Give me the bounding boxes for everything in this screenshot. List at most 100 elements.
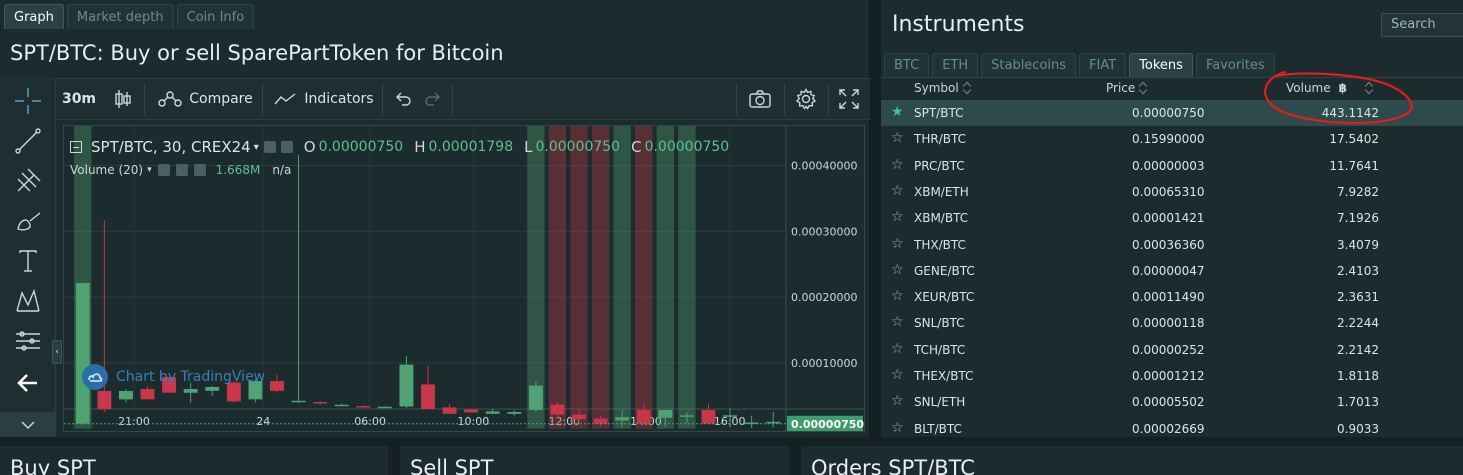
measure-tool[interactable]	[10, 326, 46, 356]
row-volume: 11.7641	[1329, 158, 1379, 173]
legend-settings-icon[interactable]	[280, 141, 293, 153]
chart-toolbar: 30m Compare Indicators	[0, 78, 870, 120]
table-row[interactable]: ☆ THEX/BTC 0.00001212 1.8118	[881, 363, 1463, 389]
sort-icon	[1365, 82, 1374, 94]
table-row[interactable]: ★ SPT/BTC 0.00000750 443.1142	[881, 100, 1463, 126]
compare-button[interactable]: Compare	[150, 79, 260, 119]
volume-column-header[interactable]: Volume ฿	[1286, 81, 1374, 95]
pattern-tool[interactable]	[10, 286, 46, 316]
legend-eye-icon[interactable]	[263, 141, 276, 153]
table-row[interactable]: ☆ SNL/ETH 0.00005502 1.7013	[881, 389, 1463, 415]
screenshot-button[interactable]	[742, 79, 778, 119]
sell-panel-title: Sell SPT	[410, 456, 494, 475]
candle-body	[377, 406, 392, 409]
legend-symbol[interactable]: SPT/BTC, 30, CREX24	[91, 138, 251, 156]
volume-bar	[656, 126, 675, 429]
tradingview-watermark[interactable]: Chart by TradingView	[82, 364, 265, 390]
tab-stablecoins[interactable]: Stablecoins	[981, 53, 1077, 77]
tab-market-depth[interactable]: Market depth	[66, 4, 174, 29]
favorite-star-icon[interactable]: ★	[891, 105, 904, 119]
volume-bar	[548, 126, 567, 429]
table-row[interactable]: ☆ SNL/BTC 0.00000118 2.2244	[881, 310, 1463, 336]
tab-tokens[interactable]: Tokens	[1129, 53, 1193, 77]
row-volume: 7.1926	[1337, 211, 1379, 226]
fullscreen-button[interactable]	[832, 79, 866, 119]
back-button[interactable]	[10, 368, 46, 398]
volume-bar	[613, 126, 631, 429]
tab-fiat[interactable]: FIAT	[1079, 53, 1127, 77]
symbol-column-header[interactable]: Symbol	[914, 81, 972, 95]
favorite-star-icon[interactable]: ☆	[891, 184, 904, 198]
table-row[interactable]: ☆ GENE/BTC 0.00000047 2.4103	[881, 258, 1463, 284]
fib-tool[interactable]	[10, 166, 46, 196]
row-symbol: SNL/ETH	[914, 395, 966, 410]
price-column-header[interactable]: Price	[1106, 81, 1148, 95]
tab-coin-info[interactable]: Coin Info	[176, 4, 255, 29]
trend-line-tool[interactable]	[10, 126, 46, 156]
favorite-star-icon[interactable]: ☆	[891, 289, 904, 303]
tab-btc[interactable]: BTC	[884, 53, 930, 77]
collapse-legend-icon[interactable]	[70, 141, 82, 153]
volume-settings-icon[interactable]	[175, 164, 188, 176]
collapse-toolbar-handle[interactable]: ‹	[52, 340, 62, 364]
instruments-panel: Instruments Search BTC ETH Stablecoins FIAT…	[881, 0, 1463, 437]
table-row[interactable]: ☆ PRC/BTC 0.00000003 11.7641	[881, 153, 1463, 179]
undo-button[interactable]	[388, 79, 418, 119]
redo-button[interactable]	[418, 79, 448, 119]
table-row[interactable]: ☆ THR/BTC 0.15990000 17.5402	[881, 126, 1463, 152]
crosshair-tool[interactable]	[10, 86, 46, 116]
row-volume: 3.4079	[1337, 237, 1379, 252]
table-row[interactable]: ☆ XBM/ETH 0.00065310 7.9282	[881, 179, 1463, 205]
row-price: 0.00005502	[1132, 395, 1205, 410]
favorite-star-icon[interactable]: ☆	[891, 131, 904, 145]
price-chart[interactable]: 0.00040000 0.00030000 0.00020000 0.00010000…	[63, 125, 865, 432]
trend-line-icon	[15, 128, 41, 154]
candle-type-button[interactable]	[104, 79, 142, 119]
favorite-star-icon[interactable]: ☆	[891, 263, 904, 277]
candle-body	[313, 402, 328, 404]
favorite-star-icon[interactable]: ☆	[891, 210, 904, 224]
tab-eth[interactable]: ETH	[932, 53, 979, 77]
row-price: 0.00001421	[1132, 211, 1205, 226]
candle-body	[399, 364, 414, 407]
table-row[interactable]: ☆ THX/BTC 0.00036360 3.4079	[881, 232, 1463, 258]
instrument-search-input[interactable]: Search	[1381, 13, 1463, 37]
brush-tool[interactable]	[10, 206, 46, 236]
interval-selector[interactable]: 30m	[58, 79, 100, 119]
candle-body	[421, 384, 435, 410]
candle-body	[140, 388, 155, 400]
volume-label[interactable]: Volume (20)	[70, 163, 143, 177]
tab-graph[interactable]: Graph	[4, 4, 64, 29]
settings-button[interactable]	[788, 79, 824, 119]
legend-dropdown-icon[interactable]: ▾	[254, 142, 259, 153]
brush-icon	[17, 212, 41, 231]
more-tools-button[interactable]	[0, 412, 56, 437]
row-volume: 1.8118	[1337, 369, 1379, 383]
volume-legend: Volume (20) ▾ 1.668M n/a	[70, 163, 291, 177]
favorite-star-icon[interactable]: ☆	[891, 158, 904, 172]
favorite-star-icon[interactable]: ☆	[891, 342, 904, 356]
symbol-header-label: Symbol	[914, 81, 959, 95]
favorite-star-icon[interactable]: ☆	[891, 315, 904, 329]
table-row[interactable]: ☆ TCH/BTC 0.00000252 2.2142	[881, 337, 1463, 363]
volume-dropdown-icon[interactable]: ▾	[147, 165, 152, 175]
text-tool[interactable]	[10, 246, 46, 276]
favorite-star-icon[interactable]: ☆	[891, 368, 904, 382]
table-row[interactable]: ☆ BLT/BTC 0.00002669 0.9033	[881, 416, 1463, 436]
legend-low-value: 0.00000750	[535, 139, 621, 155]
redo-icon	[425, 92, 440, 106]
row-symbol: THX/BTC	[914, 237, 966, 252]
volume-value: 1.668M	[215, 163, 261, 177]
volume-eye-icon[interactable]	[157, 164, 170, 176]
favorite-star-icon[interactable]: ☆	[891, 421, 904, 435]
table-row[interactable]: ☆ XEUR/BTC 0.00011490 2.3631	[881, 284, 1463, 310]
tab-favorites[interactable]: Favorites	[1195, 53, 1275, 77]
table-row[interactable]: ☆ XBM/BTC 0.00001421 7.1926	[881, 205, 1463, 231]
volume-bar	[570, 126, 588, 429]
volume-close-icon[interactable]	[193, 164, 206, 176]
candlestick-icon	[115, 90, 131, 108]
row-price: 0.00000252	[1132, 342, 1205, 357]
favorite-star-icon[interactable]: ☆	[891, 394, 904, 408]
favorite-star-icon[interactable]: ☆	[891, 237, 904, 251]
indicators-button[interactable]: Indicators	[268, 79, 380, 119]
